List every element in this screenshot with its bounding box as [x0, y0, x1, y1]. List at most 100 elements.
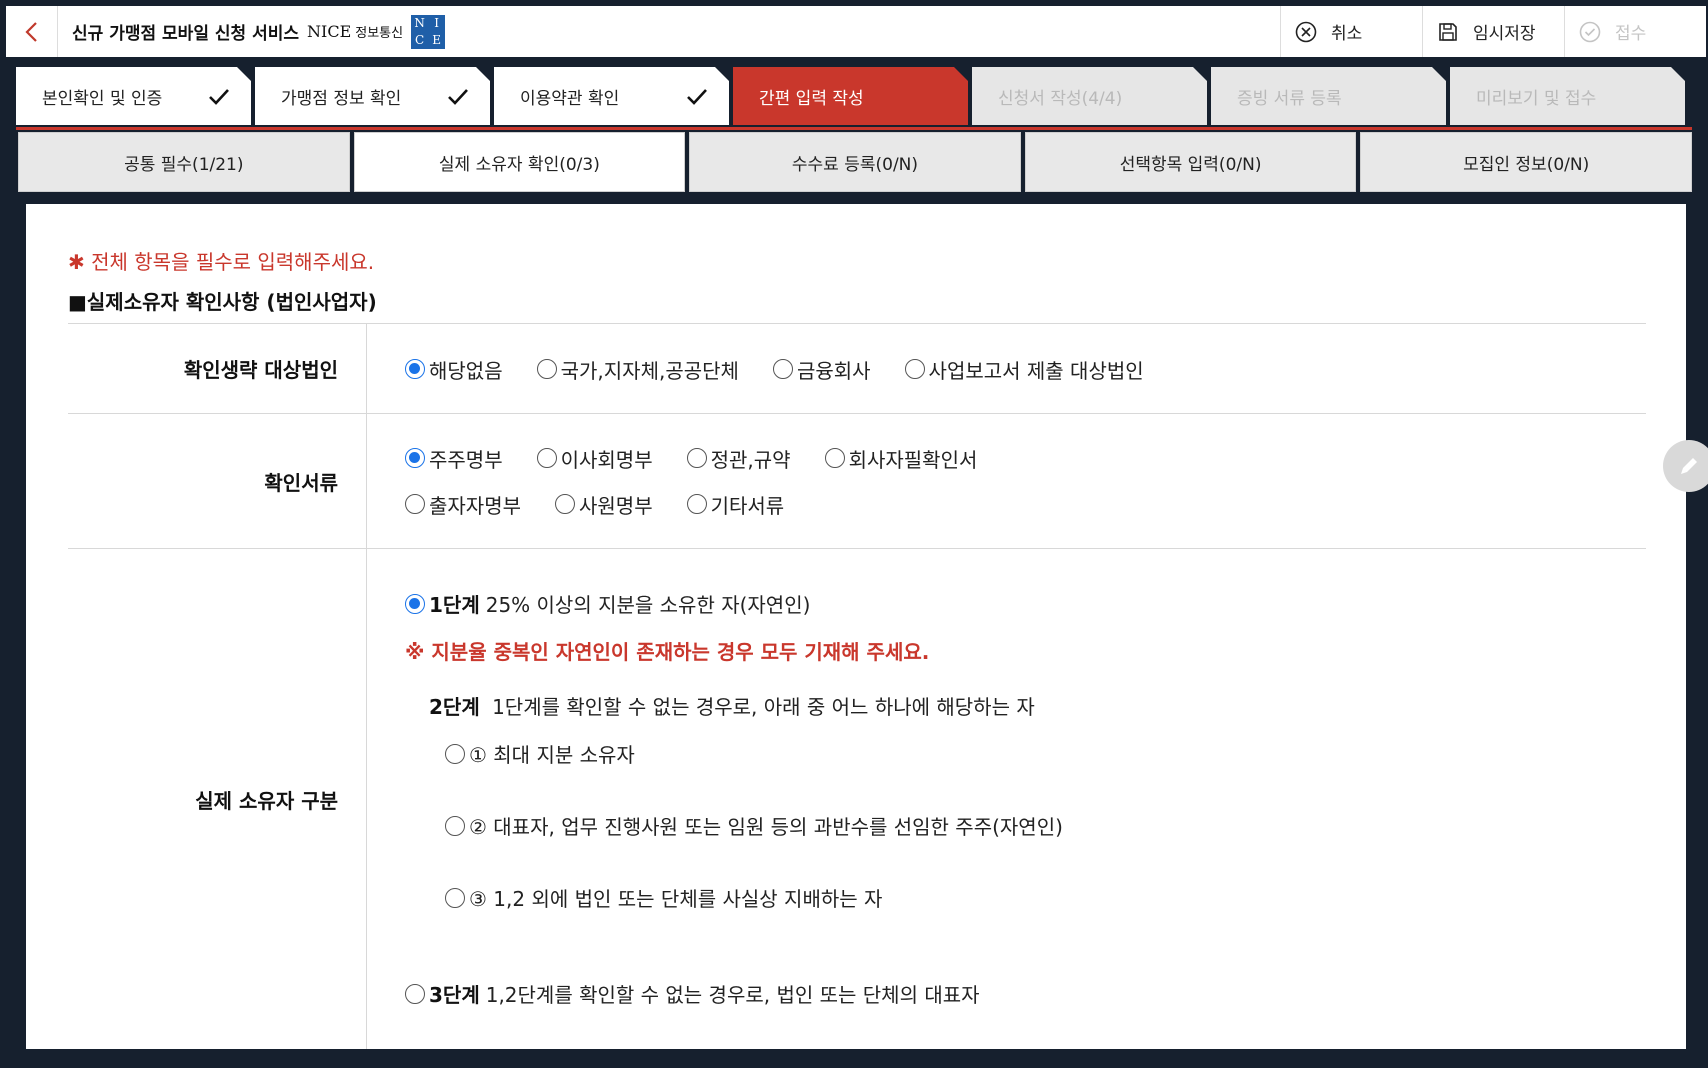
- stage2-option-2[interactable]: ② 대표자, 업무 진행사원 또는 임원 등의 과반수를 선임한 주주(자연인): [445, 811, 1063, 840]
- exempt-option-none[interactable]: 해당없음: [405, 355, 503, 384]
- edit-fab-button[interactable]: [1663, 440, 1708, 492]
- option-label: 금융회사: [796, 358, 871, 383]
- submit-button[interactable]: 접수: [1564, 6, 1706, 57]
- radio[interactable]: [536, 359, 557, 379]
- radio-checked[interactable]: [405, 448, 425, 468]
- doc-option-investors[interactable]: 출자자명부: [405, 490, 521, 519]
- exempt-option-public[interactable]: 국가,지자체,공공단체: [536, 355, 739, 384]
- option-label: ③ 1,2 외에 법인 또는 단체를 사실상 지배하는 자: [469, 887, 883, 911]
- logo-letter: I: [434, 15, 439, 30]
- step-tab-documents[interactable]: 증빙 서류 등록: [1211, 67, 1446, 125]
- sub-tabs: 공통 필수(1/21) 실제 소유자 확인(0/3) 수수료 등록(0/N) 선…: [18, 132, 1692, 192]
- stage3-desc: 1,2단계를 확인할 수 없는 경우로, 법인 또는 단체의 대표자: [485, 983, 980, 1007]
- stage1-desc: 25% 이상의 지분을 소유한 자(자연인): [485, 593, 811, 617]
- exempt-option-report[interactable]: 사업보고서 제출 대상법인: [904, 355, 1144, 384]
- steps-underline: [16, 127, 1692, 130]
- owner-type-label: 실제 소유자 구분: [68, 549, 367, 1049]
- documents-row: 확인서류 주주명부 이사회명부 정관,규약 회사자필확인서 출자자명부 사원명부…: [68, 414, 1646, 549]
- top-header: 신규 가맹점 모바일 신청 서비스 NICE 정보통신 N I C E 취소 임…: [6, 6, 1706, 57]
- step-label: 증빙 서류 등록: [1237, 88, 1342, 109]
- title-area: 신규 가맹점 모바일 신청 서비스 NICE 정보통신 N I C E: [58, 6, 1280, 57]
- stage1-option[interactable]: 1단계 25% 이상의 지분을 소유한 자(자연인): [405, 589, 810, 618]
- step-tab-identity[interactable]: 본인확인 및 인증: [16, 67, 251, 125]
- duplicate-warning: ※ 지분율 중복인 자연인이 존재하는 경우 모두 기재해 주세요.: [405, 640, 930, 664]
- radio[interactable]: [445, 887, 465, 908]
- owner-type-row: 실제 소유자 구분 1단계 25% 이상의 지분을 소유한 자(자연인) ※ 지…: [68, 549, 1646, 1049]
- option-label: 사원명부: [579, 493, 653, 518]
- radio-checked[interactable]: [405, 593, 425, 614]
- radio[interactable]: [405, 983, 425, 1004]
- step-label: 이용약관 확인: [520, 88, 620, 109]
- cancel-circle-icon: [1295, 21, 1317, 43]
- documents-radio-group-1: 주주명부 이사회명부 정관,규약 회사자필확인서: [405, 435, 1646, 481]
- check-icon: [448, 89, 468, 105]
- nice-logo: N I C E: [411, 14, 446, 49]
- option-label: 국가,지자체,공공단체: [560, 358, 739, 383]
- back-button[interactable]: [6, 6, 58, 57]
- chevron-left-icon: [24, 21, 37, 42]
- exempt-row: 확인생략 대상법인 해당없음 국가,지자체,공공단체 금융회사 사업보고서 제출…: [68, 324, 1646, 414]
- radio[interactable]: [772, 359, 793, 379]
- step-tab-simple-input[interactable]: 간편 입력 작성: [733, 67, 968, 125]
- option-label: 정관,규약: [710, 447, 791, 472]
- radio-checked[interactable]: [405, 359, 425, 379]
- radio[interactable]: [445, 743, 465, 764]
- step-tab-application[interactable]: 신청서 작성(4/4): [972, 67, 1207, 125]
- radio[interactable]: [445, 815, 465, 836]
- subtab-recruiter[interactable]: 모집인 정보(0/N): [1360, 132, 1692, 192]
- stage2-heading: 2단계 1단계를 확인할 수 없는 경우로, 아래 중 어느 하나에 해당하는 …: [429, 691, 1035, 720]
- step-tab-terms[interactable]: 이용약관 확인: [494, 67, 729, 125]
- subtab-fee[interactable]: 수수료 등록(0/N): [689, 132, 1021, 192]
- section-title: ■실제소유자 확인사항 (법인사업자): [68, 290, 377, 314]
- check-icon: [209, 89, 229, 105]
- logo-letter: C: [415, 32, 425, 47]
- subtab-beneficial-owner[interactable]: 실제 소유자 확인(0/3): [353, 132, 686, 192]
- temp-save-button[interactable]: 임시저장: [1422, 6, 1564, 57]
- radio[interactable]: [555, 494, 575, 514]
- option-label: ① 최대 지분 소유자: [469, 743, 635, 767]
- doc-option-members[interactable]: 사원명부: [555, 490, 653, 519]
- option-label: 사업보고서 제출 대상법인: [928, 358, 1144, 383]
- step-tab-merchant-info[interactable]: 가맹점 정보 확인: [255, 67, 490, 125]
- option-label: 주주명부: [429, 447, 503, 472]
- doc-option-board[interactable]: 이사회명부: [536, 444, 653, 473]
- check-circle-icon: [1579, 21, 1601, 43]
- exempt-radio-group: 해당없음 국가,지자체,공공단체 금융회사 사업보고서 제출 대상법인: [405, 324, 1646, 414]
- stage3-option[interactable]: 3단계 1,2단계를 확인할 수 없는 경우로, 법인 또는 단체의 대표자: [405, 979, 980, 1008]
- owner-type-content: 1단계 25% 이상의 지분을 소유한 자(자연인) ※ 지분율 중복인 자연인…: [367, 549, 1646, 1049]
- radio[interactable]: [904, 359, 925, 379]
- stage2-desc: 1단계를 확인할 수 없는 경우로, 아래 중 어느 하나에 해당하는 자: [492, 695, 1035, 719]
- stage2-option-1[interactable]: ① 최대 지분 소유자: [445, 739, 635, 768]
- logo-letter: N: [414, 15, 425, 30]
- radio[interactable]: [405, 494, 425, 514]
- radio[interactable]: [686, 448, 707, 468]
- doc-option-shareholders[interactable]: 주주명부: [405, 444, 503, 473]
- documents-radio-group-2: 출자자명부 사원명부 기타서류: [405, 481, 1646, 527]
- owner-form-table: 확인생략 대상법인 해당없음 국가,지자체,공공단체 금융회사 사업보고서 제출…: [68, 323, 1646, 1049]
- option-label: ② 대표자, 업무 진행사원 또는 임원 등의 과반수를 선임한 주주(자연인): [469, 815, 1063, 839]
- radio[interactable]: [536, 448, 557, 468]
- subtab-optional[interactable]: 선택항목 입력(0/N): [1024, 132, 1357, 192]
- pencil-icon: [1681, 458, 1697, 474]
- required-note: ✱ 전체 항목을 필수로 입력해주세요.: [68, 250, 375, 274]
- option-label: 출자자명부: [429, 493, 521, 518]
- exempt-option-financial[interactable]: 금융회사: [772, 355, 871, 384]
- doc-option-other[interactable]: 기타서류: [686, 490, 784, 519]
- step-label: 간편 입력 작성: [759, 88, 864, 109]
- step-label: 신청서 작성(4/4): [998, 88, 1123, 109]
- stage2-option-3[interactable]: ③ 1,2 외에 법인 또는 단체를 사실상 지배하는 자: [445, 883, 882, 912]
- cancel-label: 취소: [1331, 24, 1363, 44]
- step-tab-preview[interactable]: 미리보기 및 접수: [1450, 67, 1685, 125]
- subtab-common-required[interactable]: 공통 필수(1/21): [18, 132, 350, 192]
- doc-option-self-confirm[interactable]: 회사자필확인서: [824, 444, 978, 473]
- radio[interactable]: [686, 494, 707, 514]
- cancel-button[interactable]: 취소: [1280, 6, 1422, 57]
- doc-option-articles[interactable]: 정관,규약: [686, 444, 791, 473]
- form-panel: ✱ 전체 항목을 필수로 입력해주세요. ■실제소유자 확인사항 (법인사업자)…: [26, 204, 1686, 1049]
- option-label: 회사자필확인서: [848, 447, 978, 472]
- radio[interactable]: [824, 448, 845, 468]
- temp-save-label: 임시저장: [1473, 24, 1536, 44]
- step-label: 가맹점 정보 확인: [281, 88, 402, 109]
- brand-name: NICE: [307, 22, 352, 41]
- check-icon: [687, 89, 707, 105]
